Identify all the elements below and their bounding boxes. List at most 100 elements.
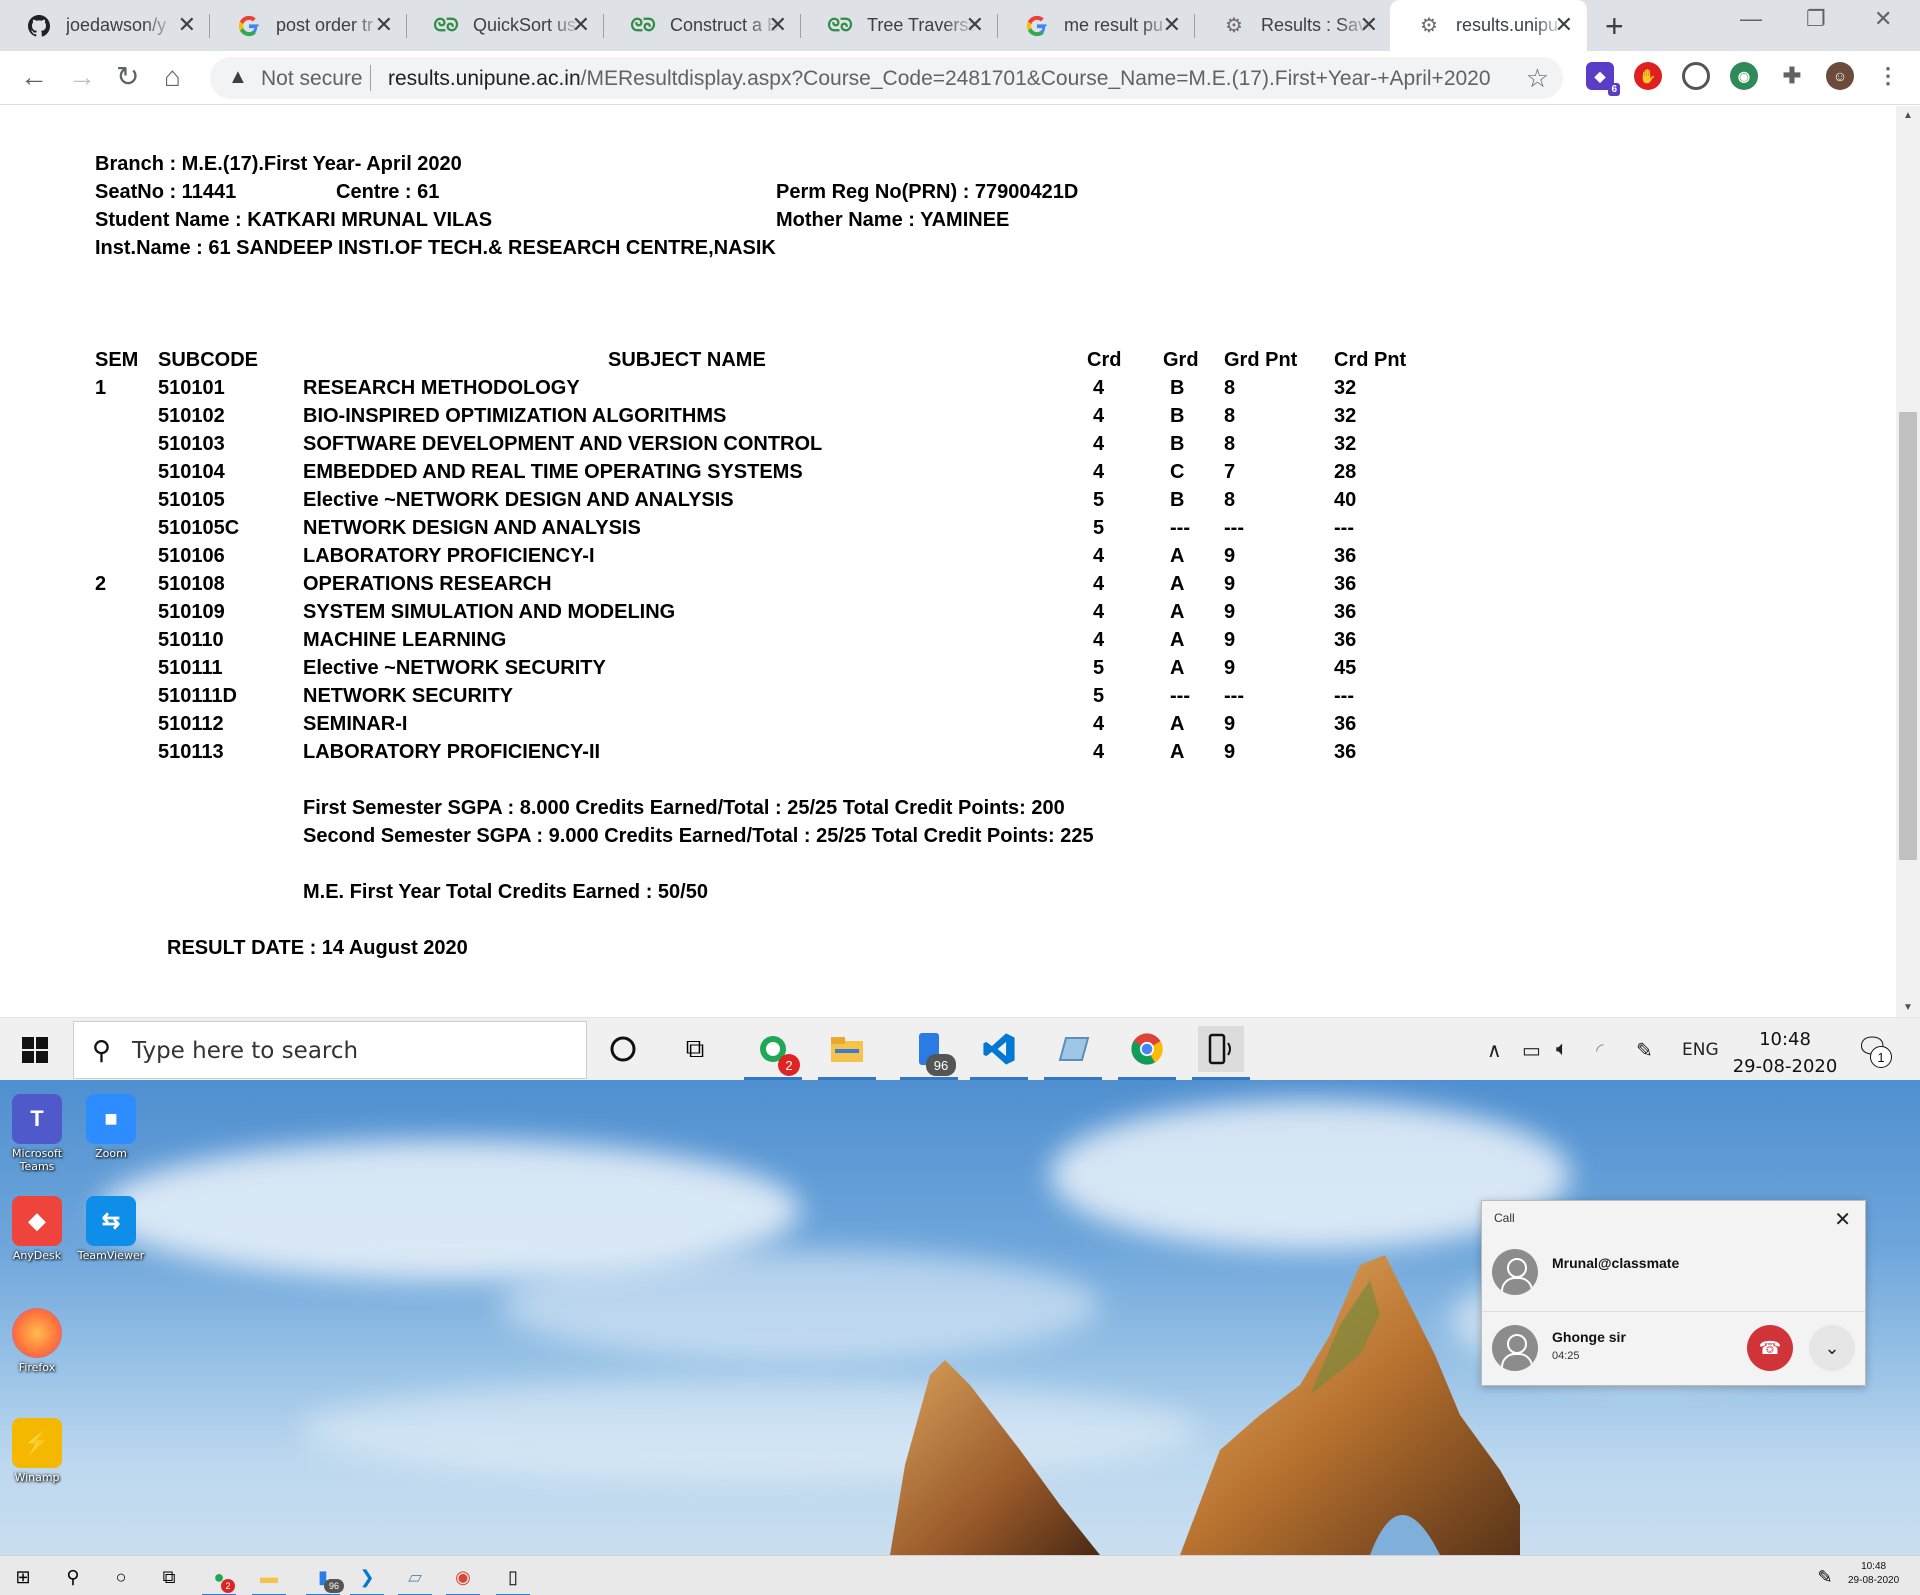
task-view-icon[interactable]: ⧉ (156, 1564, 182, 1590)
page-scrollbar[interactable]: ▲ ▼ (1896, 106, 1920, 1017)
result-date: RESULT DATE : 14 August 2020 (167, 937, 468, 959)
close-tab-icon[interactable]: ✕ (1555, 13, 1573, 37)
wifi-icon[interactable]: ◜ (1596, 1038, 1604, 1063)
menu-kebab-icon[interactable]: ⋮ (1874, 62, 1902, 90)
centre: Centre : 61 (336, 181, 440, 203)
phone-app-icon[interactable]: ▮ 96 (306, 1564, 344, 1595)
tab-title: Construct a B (670, 15, 780, 35)
start-windows-icon[interactable]: ⊞ (10, 1564, 36, 1590)
scroll-up-arrow-icon[interactable]: ▲ (1903, 110, 1913, 121)
minimize-icon[interactable]: — (1740, 6, 1762, 32)
back-icon[interactable]: ← (20, 62, 48, 92)
cell-grd-pnt: 8 (1224, 405, 1236, 427)
university-icon: ⚙ (1420, 15, 1438, 37)
notification-center-icon[interactable]: 🗨︎ 1 (1856, 1032, 1892, 1068)
close-tab-icon[interactable]: ✕ (375, 13, 393, 37)
your-phone-icon[interactable] (1192, 1026, 1250, 1080)
adblock-icon[interactable]: ✋ (1634, 62, 1662, 90)
record-extension-icon[interactable] (1682, 62, 1710, 90)
vscode-icon[interactable] (970, 1026, 1028, 1080)
close-tab-icon[interactable]: ✕ (572, 13, 590, 37)
taskbar-search-box[interactable]: ⚲ Type here to search (73, 1021, 587, 1079)
close-tab-icon[interactable]: ✕ (1360, 13, 1378, 37)
home-icon[interactable]: ⌂ (164, 62, 181, 92)
desktop-icon-teamviewer[interactable]: ⇆ TeamViewer (74, 1196, 148, 1262)
close-tab-icon[interactable]: ✕ (966, 13, 984, 37)
cortana-icon[interactable] (600, 1026, 646, 1072)
whatsapp-icon[interactable]: ● 2 (202, 1564, 236, 1595)
your-phone-icon[interactable]: ▯ (496, 1564, 530, 1595)
vscode-icon[interactable]: ❯ (350, 1564, 384, 1595)
profile-avatar[interactable]: ☺ (1826, 62, 1854, 90)
cell-subcode: 510110 (158, 629, 224, 651)
scroll-down-arrow-icon[interactable]: ▼ (1903, 1002, 1913, 1013)
search-icon[interactable]: ⚲ (60, 1564, 86, 1590)
scroll-thumb[interactable] (1899, 412, 1917, 860)
result-page: Branch : M.E.(17).First Year- April 2020… (0, 106, 1896, 1017)
close-window-icon[interactable]: ✕ (1874, 6, 1892, 32)
reload-icon[interactable]: ↻ (116, 62, 139, 92)
close-tab-icon[interactable]: ✕ (1163, 13, 1181, 37)
teams-icon: T (12, 1094, 62, 1144)
cell-grd-pnt: 9 (1224, 741, 1236, 763)
call-participant-row: Mrunal@classmate (1482, 1237, 1865, 1309)
chrome-icon[interactable] (1118, 1026, 1176, 1080)
tab-github[interactable]: joedawson/y ✕ (0, 0, 210, 51)
close-tab-icon[interactable]: ✕ (769, 13, 787, 37)
mini-clock[interactable]: 10:48 29-08-2020 (1848, 1560, 1899, 1588)
phone-app-icon[interactable]: 96 (900, 1026, 958, 1080)
url-path: /MEResultdisplay.aspx?Course_Code=248170… (580, 67, 1491, 90)
sgpa-second-semester: Second Semester SGPA : 9.000 Credits Ear… (303, 825, 1094, 847)
tab-gfg-traversal[interactable]: ᘓᘐ Tree Traversa ✕ (801, 0, 998, 51)
address-bar[interactable]: ▲ Not secure results.unipune.ac.in/MERes… (210, 57, 1563, 99)
file-explorer-icon[interactable]: ▬ (252, 1564, 286, 1595)
restore-icon[interactable]: ❐ (1806, 6, 1826, 32)
expand-button[interactable]: ⌄ (1809, 1325, 1855, 1371)
tab-gfg-construct[interactable]: ᘓᘐ Construct a B ✕ (604, 0, 801, 51)
task-view-icon[interactable]: ⧉ (672, 1026, 718, 1072)
extension-icon[interactable]: ◆ 6 (1586, 62, 1620, 96)
start-windows-icon[interactable] (22, 1037, 48, 1063)
cell-crd-pnt: 36 (1334, 601, 1357, 623)
address-divider (370, 65, 371, 91)
forward-icon[interactable]: → (68, 62, 96, 92)
tab-results-unipune[interactable]: ⚙ results.unipu ✕ (1390, 0, 1587, 51)
battery-icon[interactable]: ▭ (1522, 1038, 1541, 1063)
desktop-icon-teams[interactable]: T Microsoft Teams (0, 1094, 74, 1173)
desktop-icon-firefox[interactable]: Firefox (0, 1308, 74, 1374)
chrome-icon[interactable]: ◉ (446, 1564, 480, 1595)
file-explorer-icon[interactable] (818, 1026, 876, 1080)
tab-google-result[interactable]: me result pu ✕ (998, 0, 1195, 51)
call-popup: Call ✕ Mrunal@classmate Ghonge sir 04:25… (1481, 1200, 1866, 1386)
clock-time: 10:48 (1861, 1561, 1887, 1572)
notepad-icon[interactable]: ▱ (398, 1564, 432, 1595)
taskbar-clock[interactable]: 10:48 29-08-2020 (1730, 1026, 1840, 1080)
tab-gfg-quicksort[interactable]: ᘓᘐ QuickSort us ✕ (407, 0, 604, 51)
tab-results-savi[interactable]: ⚙ Results : Savi ✕ (1195, 0, 1392, 51)
puzzle-icon[interactable]: ✚ (1778, 62, 1806, 90)
browser-toolbar: ← → ↻ ⌂ ▲ Not secure results.unipune.ac.… (0, 51, 1920, 105)
notepad-icon[interactable] (1044, 1026, 1102, 1080)
cortana-icon[interactable]: ○ (108, 1564, 134, 1590)
desktop-icon-winamp[interactable]: ⚡ Winamp (0, 1418, 74, 1484)
pen-icon[interactable]: ✎ (1636, 1038, 1653, 1063)
whatsapp-icon[interactable]: 2 (744, 1026, 802, 1080)
close-tab-icon[interactable]: ✕ (178, 13, 196, 37)
desktop-icon-anydesk[interactable]: ◆ AnyDesk (0, 1196, 74, 1262)
globe-extension-icon[interactable]: ◉ (1730, 62, 1758, 90)
new-tab-button[interactable]: + (1605, 8, 1624, 45)
volume-icon[interactable]: 🔈︎ (1556, 1038, 1568, 1061)
tab-google-postorder[interactable]: post order tr ✕ (210, 0, 407, 51)
gfg-icon: ᘓᘐ (630, 15, 656, 35)
bookmark-star-icon[interactable]: ☆ (1526, 63, 1549, 94)
institute-name: Inst.Name : 61 SANDEEP INSTI.OF TECH.& R… (95, 237, 776, 259)
cell-crd: 4 (1093, 573, 1105, 595)
language-indicator[interactable]: ENG (1682, 1040, 1719, 1060)
cell-grd-pnt: 9 (1224, 657, 1236, 679)
cell-grd: --- (1170, 517, 1190, 539)
desktop-icon-zoom[interactable]: ■ Zoom (74, 1094, 148, 1160)
hang-up-button[interactable]: ☎ (1747, 1325, 1793, 1371)
close-icon[interactable]: ✕ (1834, 1207, 1851, 1232)
pen-icon[interactable]: ✎ (1812, 1564, 1838, 1590)
show-hidden-icons-icon[interactable]: ∧ (1487, 1038, 1502, 1063)
